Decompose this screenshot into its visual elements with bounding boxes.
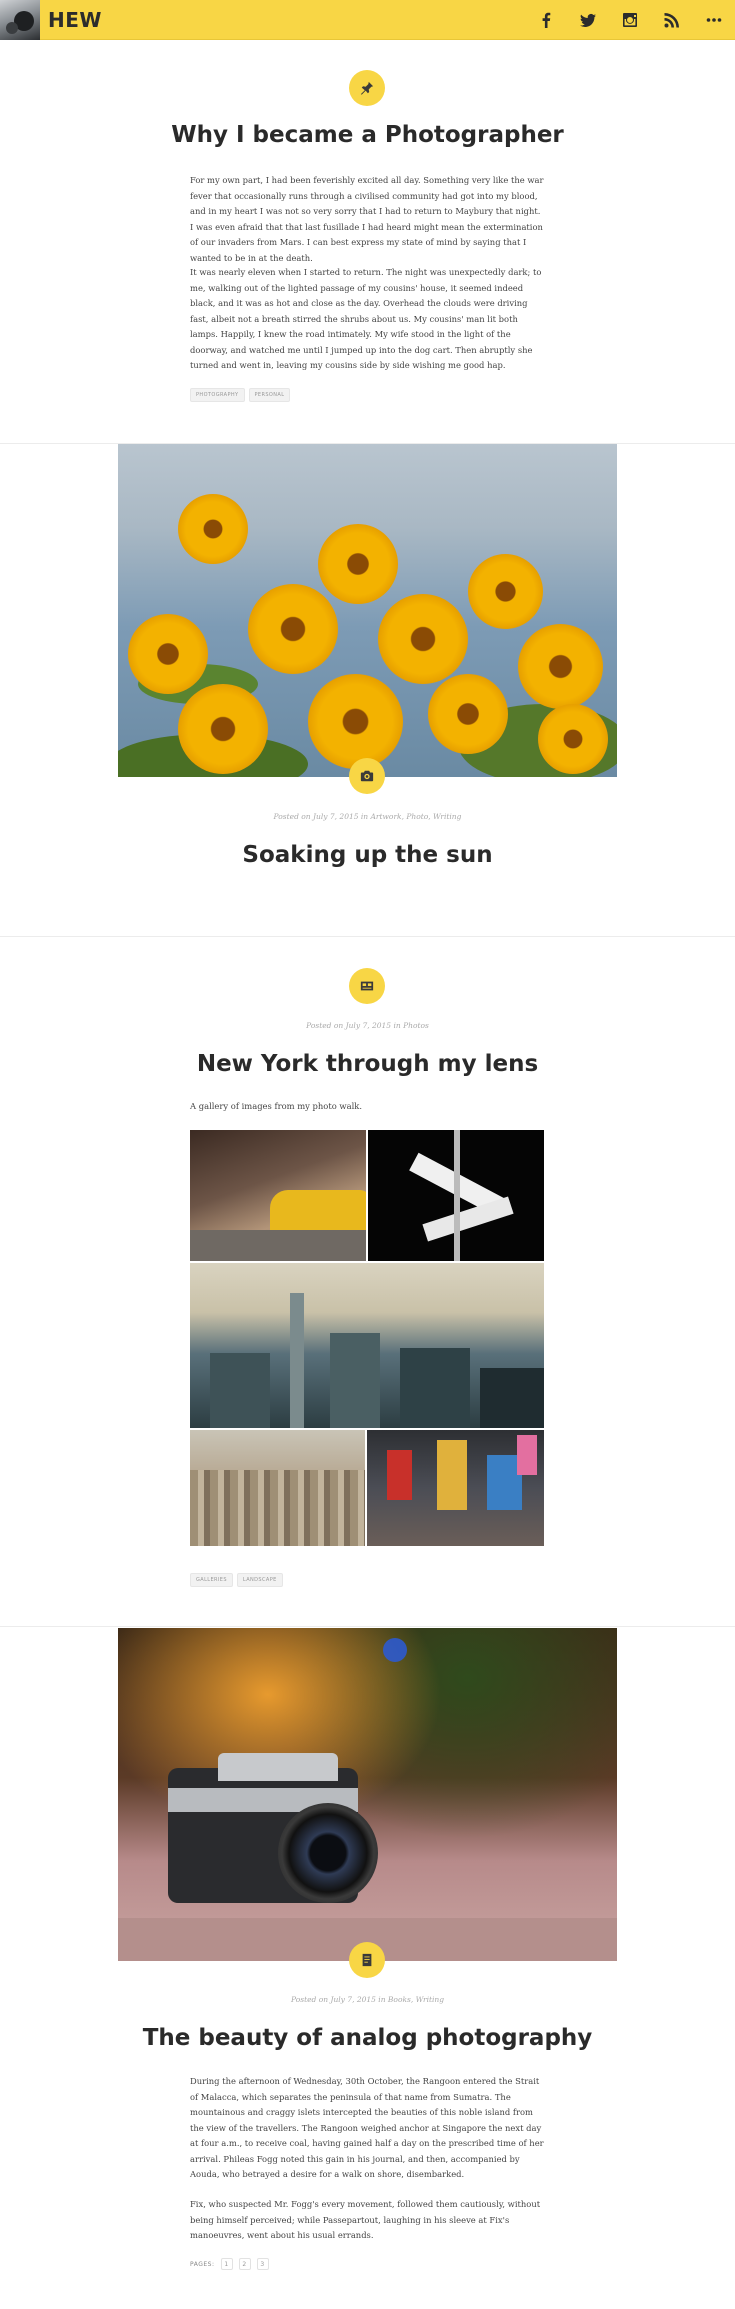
post-format-badge[interactable] <box>349 70 385 106</box>
post-divider <box>0 936 735 937</box>
site-header: HEW <box>0 0 735 40</box>
camera-icon <box>360 769 374 783</box>
post-format-badge[interactable] <box>349 758 385 794</box>
post-format-badge[interactable] <box>349 1942 385 1978</box>
gallery-image-aerial-city[interactable] <box>190 1430 365 1546</box>
post-title[interactable]: The beauty of analog photography <box>0 2025 735 2051</box>
post-intro: A gallery of images from my photo walk. <box>190 1101 362 1111</box>
post-title[interactable]: Soaking up the sun <box>0 842 735 868</box>
page-link[interactable]: 2 <box>238 2258 251 2270</box>
note-icon <box>360 1953 374 1967</box>
gallery-image-times-square[interactable] <box>367 1430 544 1546</box>
gallery-image-skyline[interactable] <box>190 1263 544 1428</box>
post-meta: Posted on July 7, 2015 in Photos <box>306 1021 429 1030</box>
pin-icon <box>360 81 374 95</box>
page-link[interactable]: 1 <box>220 2258 233 2270</box>
post-tags: PHOTOGRAPHY PERSONAL <box>190 388 291 402</box>
tag-link[interactable]: PERSONAL <box>248 388 291 402</box>
instagram-icon[interactable] <box>609 0 651 40</box>
twitter-icon[interactable] <box>567 0 609 40</box>
facebook-icon[interactable] <box>525 0 567 40</box>
gallery-image-taxi[interactable] <box>190 1130 366 1261</box>
post-paragraph: During the afternoon of Wednesday, 30th … <box>190 2076 544 2179</box>
site-title[interactable]: HEW <box>48 8 102 32</box>
page-link[interactable]: 3 <box>256 2258 269 2270</box>
tag-link[interactable]: PHOTOGRAPHY <box>190 388 245 402</box>
post-title[interactable]: New York through my lens <box>0 1051 735 1077</box>
featured-image-camera[interactable] <box>118 1628 617 1961</box>
post-title[interactable]: Why I became a Photographer <box>0 122 735 148</box>
pages-label: PAGES: <box>190 2260 215 2268</box>
featured-image-flowers[interactable] <box>118 444 617 777</box>
tag-link[interactable]: GALLERIES <box>190 1573 233 1587</box>
tag-link[interactable]: LANDSCAPE <box>236 1573 283 1587</box>
social-links <box>525 0 735 40</box>
more-icon[interactable] <box>693 0 735 40</box>
post-format-badge[interactable] <box>349 968 385 1004</box>
gallery-image-street-signs[interactable] <box>368 1130 544 1261</box>
post-paragraph: It was nearly eleven when I started to r… <box>190 267 542 370</box>
gallery-icon <box>360 979 374 993</box>
post-meta: Posted on July 7, 2015 in Artwork, Photo… <box>273 812 462 821</box>
post-paragraph: For my own part, I had been feverishly e… <box>190 175 544 263</box>
post-meta: Posted on July 7, 2015 in Books, Writing <box>290 1995 445 2004</box>
post-paragraph: Fix, who suspected Mr. Fogg's every move… <box>190 2199 541 2240</box>
post-divider <box>0 1626 735 1627</box>
post-tags: GALLERIES LANDSCAPE <box>190 1573 283 1587</box>
site-logo-image[interactable] <box>0 0 40 40</box>
post-pagination: PAGES: 1 2 3 <box>190 2258 269 2270</box>
rss-icon[interactable] <box>651 0 693 40</box>
